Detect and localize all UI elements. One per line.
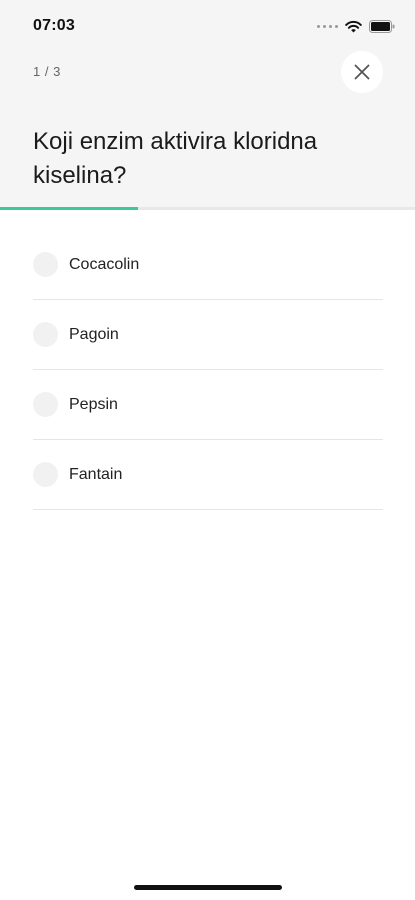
answer-option-label: Fantain — [69, 465, 123, 483]
progress-bar — [0, 207, 415, 210]
status-bar: 07:03 — [0, 0, 415, 52]
radio-button[interactable] — [33, 322, 58, 347]
status-time: 07:03 — [33, 17, 75, 34]
quiz-screen: 07:03 1 / 3 Koji enzim aktivira kloridna… — [0, 0, 415, 900]
radio-button[interactable] — [33, 252, 58, 277]
answer-option-label: Pepsin — [69, 395, 118, 413]
answer-option[interactable]: Fantain — [33, 440, 383, 510]
close-button[interactable] — [341, 51, 383, 93]
battery-icon — [369, 19, 395, 33]
answer-option[interactable]: Pagoin — [33, 300, 383, 370]
answer-option-label: Cocacolin — [69, 255, 140, 273]
progress-bar-fill — [0, 207, 139, 210]
answer-option-label: Pagoin — [69, 325, 119, 343]
status-icons — [317, 18, 395, 34]
wifi-icon — [345, 20, 362, 32]
radio-button[interactable] — [33, 392, 58, 417]
answer-option[interactable]: Pepsin — [33, 370, 383, 440]
question-counter: 1 / 3 — [33, 64, 61, 79]
signal-dots-icon — [317, 24, 338, 28]
answer-options: Cocacolin Pagoin Pepsin Fantain — [33, 230, 383, 510]
home-indicator[interactable] — [134, 885, 282, 890]
close-icon — [354, 64, 370, 80]
quiz-header: 07:03 1 / 3 Koji enzim aktivira kloridna… — [0, 0, 415, 210]
radio-button[interactable] — [33, 462, 58, 487]
answer-option[interactable]: Cocacolin — [33, 230, 383, 300]
question-title: Koji enzim aktivira kloridna kiselina? — [33, 128, 318, 189]
